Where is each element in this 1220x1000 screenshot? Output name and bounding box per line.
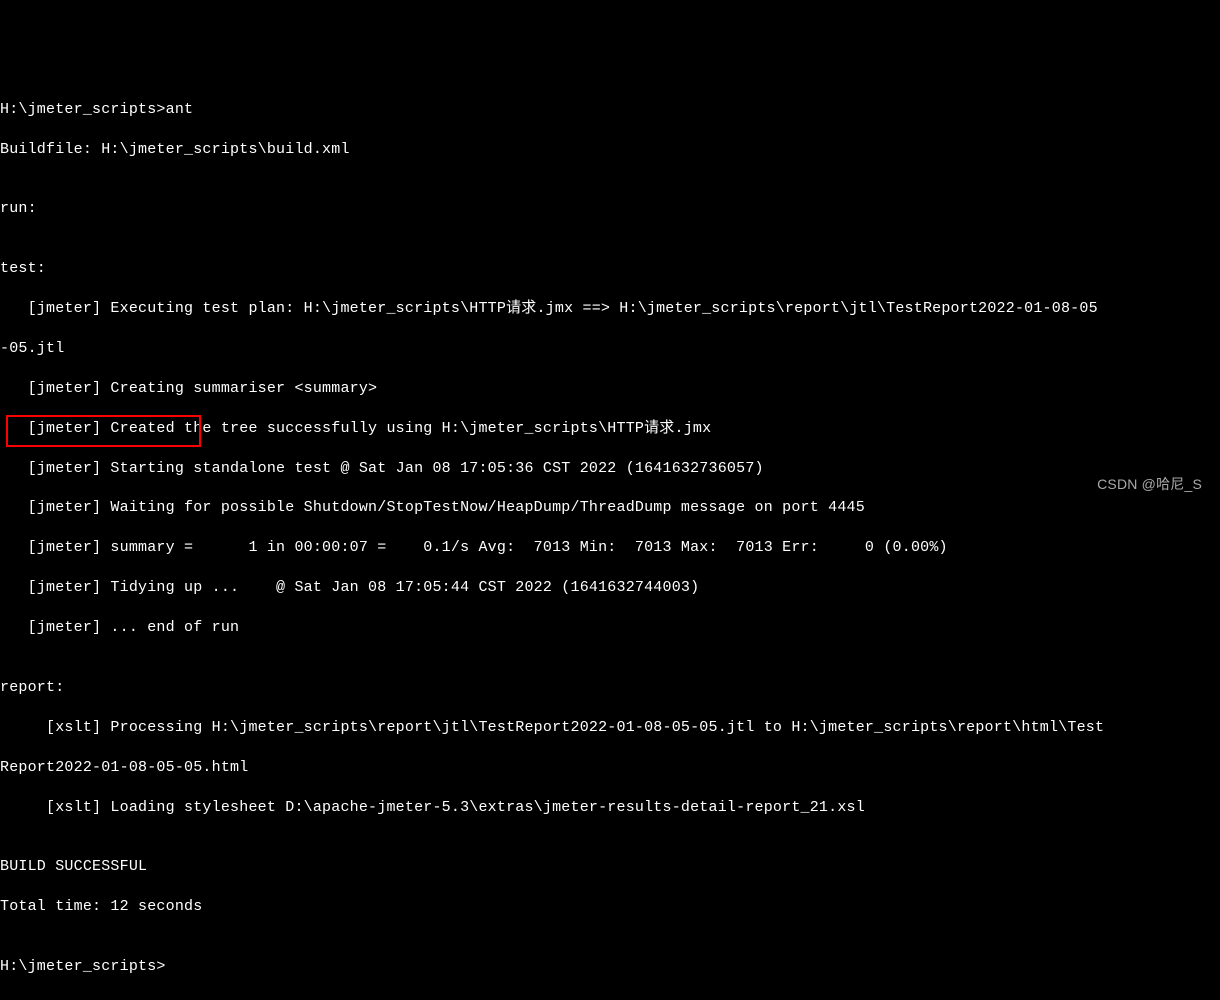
terminal-line: [jmeter] Executing test plan: H:\jmeter_… (0, 299, 1220, 319)
terminal-line: H:\jmeter_scripts>ant (0, 100, 1220, 120)
terminal-line: Total time: 12 seconds (0, 897, 1220, 917)
terminal-line: [jmeter] summary = 1 in 00:00:07 = 0.1/s… (0, 538, 1220, 558)
terminal-line: -05.jtl (0, 339, 1220, 359)
terminal-line: run: (0, 199, 1220, 219)
terminal-line: [jmeter] ... end of run (0, 618, 1220, 638)
terminal-line: BUILD SUCCESSFUL (0, 857, 1220, 877)
watermark-text: CSDN @哈尼_S (1097, 475, 1202, 494)
terminal-line: test: (0, 259, 1220, 279)
terminal-output[interactable]: H:\jmeter_scripts>ant Buildfile: H:\jmet… (0, 80, 1220, 997)
terminal-line: [jmeter] Waiting for possible Shutdown/S… (0, 498, 1220, 518)
terminal-line: [jmeter] Creating summariser <summary> (0, 379, 1220, 399)
terminal-line: Buildfile: H:\jmeter_scripts\build.xml (0, 140, 1220, 160)
terminal-line: [jmeter] Tidying up ... @ Sat Jan 08 17:… (0, 578, 1220, 598)
terminal-line: [jmeter] Created the tree successfully u… (0, 419, 1220, 439)
terminal-line: [xslt] Processing H:\jmeter_scripts\repo… (0, 718, 1220, 738)
terminal-line: H:\jmeter_scripts> (0, 957, 1220, 977)
terminal-line: [xslt] Loading stylesheet D:\apache-jmet… (0, 798, 1220, 818)
terminal-line: report: (0, 678, 1220, 698)
terminal-line: Report2022-01-08-05-05.html (0, 758, 1220, 778)
terminal-line: [jmeter] Starting standalone test @ Sat … (0, 459, 1220, 479)
